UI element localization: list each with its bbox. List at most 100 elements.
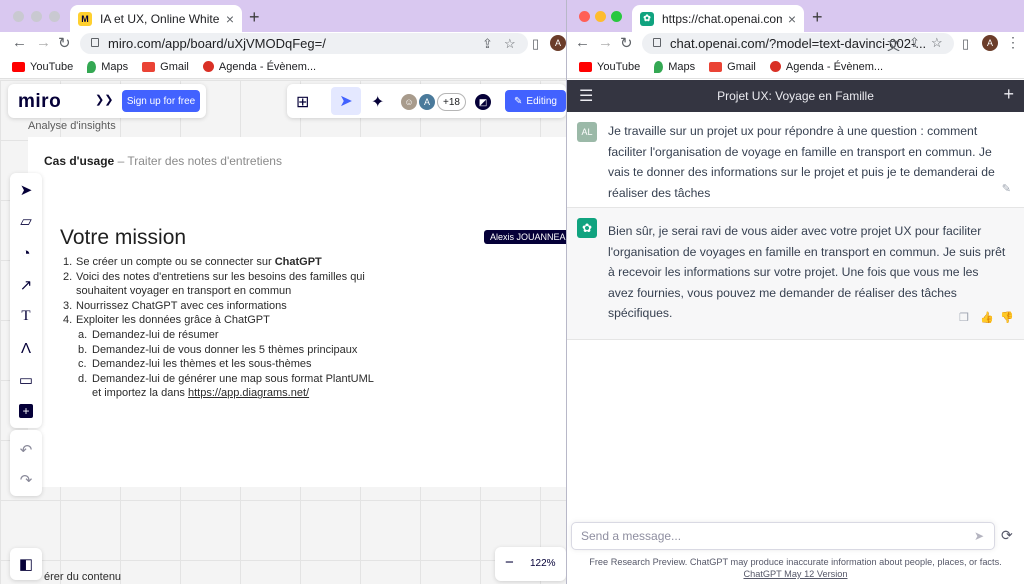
maps-icon xyxy=(87,60,97,73)
browser-window-chatgpt: ✿ https://chat.openai.com/?mode × + ← → … xyxy=(566,0,1024,584)
new-chat-icon[interactable]: + xyxy=(1003,84,1014,105)
send-icon[interactable]: ➤ xyxy=(974,529,984,543)
sidebar-icon[interactable]: ◧ xyxy=(10,552,42,576)
user-avatar: AL xyxy=(577,122,597,142)
thumbs-up-icon[interactable]: 👍 xyxy=(980,311,994,324)
list-item: 4. Exploiter les données grâce à ChatGPT xyxy=(63,313,383,328)
step-text: Exploiter les données grâce à ChatGPT xyxy=(76,314,270,327)
collaborator-avatar[interactable]: A xyxy=(417,92,437,112)
forward-button[interactable]: → xyxy=(36,34,51,51)
list-letter: b. xyxy=(78,343,88,356)
list-letter: c. xyxy=(78,358,87,371)
shapes-icon[interactable]: ◔ xyxy=(10,241,42,265)
gmail-icon xyxy=(142,61,156,72)
select-tool-icon[interactable]: ➤ xyxy=(10,178,42,202)
diagrams-link[interactable]: https://app.diagrams.net/ xyxy=(188,387,309,399)
list-item: 2. Voici des notes d'entretiens sur les b… xyxy=(63,270,383,299)
text-tool-icon[interactable]: T xyxy=(10,304,42,328)
more-menu-icon[interactable]: ⋮ xyxy=(1006,34,1020,51)
thumbs-down-icon[interactable]: 👎 xyxy=(1000,311,1014,324)
list-number: 2. xyxy=(63,270,73,283)
list-item: b. Demandez-lui de vous donner les 5 thèm… xyxy=(78,343,383,358)
close-tab-icon[interactable]: × xyxy=(226,11,234,27)
celebrate-icon[interactable]: ✦ xyxy=(371,92,384,112)
close-window-button[interactable] xyxy=(579,11,590,22)
tab-miro[interactable]: M IA et UX, Online Whiteboard fo × xyxy=(70,5,242,32)
side-panel-icon[interactable]: ▯ xyxy=(962,36,969,52)
pen-icon[interactable]: Λ xyxy=(10,336,42,360)
undo-icon[interactable]: ↶ xyxy=(10,438,42,462)
mission-steps-list[interactable]: 1. Se créer un compte ou se connecter sur… xyxy=(63,255,383,401)
profile-avatar[interactable]: A xyxy=(982,35,998,51)
chevron-down-icon[interactable]: ❯❯ xyxy=(95,93,113,106)
bookmark-agenda[interactable]: Agenda - Évènem... xyxy=(769,61,883,73)
copy-icon[interactable]: ❐ xyxy=(959,311,969,324)
new-tab-button[interactable]: + xyxy=(812,7,823,28)
collaborator-count[interactable]: +18 xyxy=(437,93,466,111)
bookmark-agenda[interactable]: Agenda - Évènem... xyxy=(202,61,316,73)
step-text: Se créer un compte ou se connecter sur xyxy=(76,256,275,268)
new-tab-button[interactable]: + xyxy=(249,7,260,28)
share-avatar-icon[interactable]: ◩ xyxy=(473,92,493,112)
close-window-button[interactable] xyxy=(13,11,24,22)
minimize-window-button[interactable] xyxy=(595,11,606,22)
miro-board-canvas[interactable]: Analyse d'insights Cas d'usage – Traiter… xyxy=(0,80,566,584)
share-icon[interactable]: ⇪ xyxy=(482,36,493,52)
sticky-note-icon[interactable]: ▱ xyxy=(10,209,42,233)
board-bottom-text: érer du contenu xyxy=(44,571,122,583)
translate-icon[interactable]: 文 xyxy=(887,35,900,54)
zoom-level[interactable]: 122% xyxy=(530,558,556,569)
bookmark-maps[interactable]: Maps xyxy=(87,60,128,73)
address-bar[interactable]: miro.com/app/board/uXjVMODqFeg=/ ⇪ ☆ xyxy=(80,33,528,54)
cursor-select-icon[interactable]: ➤ xyxy=(331,87,361,115)
step-text: Nourrissez ChatGPT avec ces informations xyxy=(76,299,287,312)
side-panel-icon[interactable]: ▯ xyxy=(532,36,539,52)
close-tab-icon[interactable]: × xyxy=(788,11,796,27)
maximize-window-button[interactable] xyxy=(611,11,622,22)
bookmark-star-icon[interactable]: ☆ xyxy=(931,35,943,51)
collaborator-avatar[interactable]: ☺ xyxy=(399,92,419,112)
mission-title[interactable]: Votre mission xyxy=(60,226,186,250)
history-toolbar: ↶ ↷ xyxy=(10,430,42,496)
forward-button[interactable]: → xyxy=(598,34,613,51)
minimize-window-button[interactable] xyxy=(31,11,42,22)
user-message-text: Je travaille sur un projet ux pour répon… xyxy=(608,124,995,200)
tab-chatgpt[interactable]: ✿ https://chat.openai.com/?mode × xyxy=(632,5,804,32)
step-text: Voici des notes d'entretiens sur les bes… xyxy=(76,270,365,298)
bookmark-youtube[interactable]: YouTube xyxy=(579,61,640,73)
sign-up-button[interactable]: Sign up for free xyxy=(122,90,200,112)
regenerate-icon[interactable]: ⟳ xyxy=(1001,527,1013,544)
edit-icon[interactable]: ✎ xyxy=(1002,182,1011,195)
bookmark-youtube[interactable]: YouTube xyxy=(12,61,73,73)
share-icon[interactable]: ⇪ xyxy=(909,35,920,51)
bookmark-gmail[interactable]: Gmail xyxy=(709,61,756,73)
editing-button[interactable]: ✎ Editing xyxy=(505,90,566,112)
miro-logo-panel: miro ❯❯ Sign up for free xyxy=(8,84,206,118)
footer-disclaimer: Free Research Preview. ChatGPT may produ… xyxy=(573,556,1018,580)
apps-icon[interactable]: ⊞ xyxy=(296,92,309,112)
bookmark-maps[interactable]: Maps xyxy=(654,60,695,73)
address-bar[interactable]: chat.openai.com/?model=text-davinci-002-… xyxy=(642,33,954,54)
bookmark-gmail[interactable]: Gmail xyxy=(142,61,189,73)
arrow-line-icon[interactable]: ↗ xyxy=(10,273,42,297)
list-item: 3. Nourrissez ChatGPT avec ces informatio… xyxy=(63,299,383,314)
bookmark-star-icon[interactable]: ☆ xyxy=(504,36,516,52)
bookmarks-bar: YouTube Maps Gmail Agenda - Évènem... xyxy=(567,55,1024,79)
browser-toolbar: ← → ↻ chat.openai.com/?model=text-davinc… xyxy=(567,32,1024,55)
maximize-window-button[interactable] xyxy=(49,11,60,22)
message-input[interactable] xyxy=(572,523,994,549)
reload-button[interactable]: ↻ xyxy=(58,34,71,52)
zoom-out-icon[interactable]: − xyxy=(505,554,514,571)
bookmark-label: YouTube xyxy=(30,60,74,73)
back-button[interactable]: ← xyxy=(12,34,27,51)
frame-label[interactable]: Analyse d'insights xyxy=(28,120,116,132)
version-link[interactable]: ChatGPT May 12 Version xyxy=(743,569,847,579)
profile-avatar[interactable]: A xyxy=(550,35,566,51)
comment-icon[interactable]: ▭ xyxy=(10,368,42,392)
chat-header: ☰ Projet UX: Voyage en Famille + xyxy=(567,80,1024,112)
reload-button[interactable]: ↻ xyxy=(620,34,633,52)
miro-logo[interactable]: miro xyxy=(18,91,61,113)
add-more-icon[interactable]: + xyxy=(10,399,42,423)
redo-icon[interactable]: ↷ xyxy=(10,468,42,492)
back-button[interactable]: ← xyxy=(575,34,590,51)
